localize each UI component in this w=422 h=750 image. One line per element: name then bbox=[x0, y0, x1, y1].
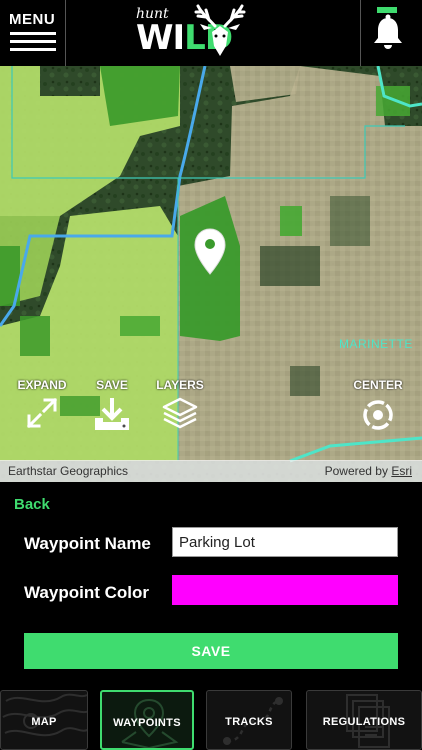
app-header: MENU hunt WILD bbox=[0, 0, 422, 66]
deer-head-icon bbox=[194, 4, 246, 56]
esri-link[interactable]: Esri bbox=[391, 464, 412, 478]
save-map-button[interactable]: SAVE bbox=[88, 378, 136, 432]
crosshair-icon bbox=[363, 400, 393, 430]
map-view[interactable]: MARINETTE EXPAND SAVE LAYERS CENTER Eart… bbox=[0, 66, 422, 482]
notification-indicator bbox=[377, 7, 397, 13]
expand-button[interactable]: EXPAND bbox=[14, 378, 70, 430]
notifications-button[interactable] bbox=[360, 0, 422, 66]
waypoint-color-label: Waypoint Color bbox=[24, 583, 149, 602]
map-place-label: MARINETTE bbox=[339, 337, 413, 351]
hamburger-icon bbox=[10, 32, 56, 56]
map-attribution: Earthstar Geographics Powered by Esri bbox=[0, 460, 422, 482]
tab-waypoints-label: WAYPOINTS bbox=[113, 717, 181, 729]
hunt-wild-logo: hunt WILD bbox=[130, 2, 260, 64]
tab-tracks[interactable]: TRACKS bbox=[206, 690, 292, 750]
bottom-tab-bar: MAP WAYPOINTS TRACKS REGULATIONS bbox=[0, 688, 422, 750]
attribution-powered: Powered by Esri bbox=[324, 464, 412, 478]
expand-label: EXPAND bbox=[17, 378, 67, 392]
download-icon bbox=[95, 398, 129, 430]
layers-button[interactable]: LAYERS bbox=[152, 378, 208, 432]
map-pin-icon[interactable] bbox=[194, 228, 226, 276]
menu-button[interactable]: MENU bbox=[0, 0, 66, 66]
save-waypoint-button[interactable]: SAVE bbox=[24, 633, 398, 669]
back-link[interactable]: Back bbox=[14, 496, 50, 513]
waypoint-color-swatch[interactable] bbox=[172, 575, 398, 605]
waypoint-name-label: Waypoint Name bbox=[24, 534, 151, 553]
tab-regulations[interactable]: REGULATIONS bbox=[306, 690, 422, 750]
tab-regulations-label: REGULATIONS bbox=[322, 716, 406, 728]
menu-label: MENU bbox=[9, 11, 56, 28]
center-label: CENTER bbox=[353, 378, 403, 392]
layers-label: LAYERS bbox=[156, 378, 204, 392]
save-map-label: SAVE bbox=[96, 378, 128, 392]
bell-icon bbox=[374, 14, 402, 49]
tab-map-label: MAP bbox=[31, 716, 57, 728]
waypoint-name-input[interactable] bbox=[172, 527, 398, 557]
center-button[interactable]: CENTER bbox=[350, 378, 406, 434]
tab-map[interactable]: MAP bbox=[0, 690, 88, 750]
waypoint-form: Back Waypoint Name Waypoint Color SAVE bbox=[0, 482, 422, 688]
layers-icon bbox=[162, 397, 198, 429]
tab-waypoints[interactable]: WAYPOINTS bbox=[100, 690, 194, 750]
expand-arrows-icon bbox=[26, 397, 58, 429]
attribution-source: Earthstar Geographics bbox=[8, 464, 129, 478]
tab-tracks-label: TRACKS bbox=[225, 716, 273, 728]
